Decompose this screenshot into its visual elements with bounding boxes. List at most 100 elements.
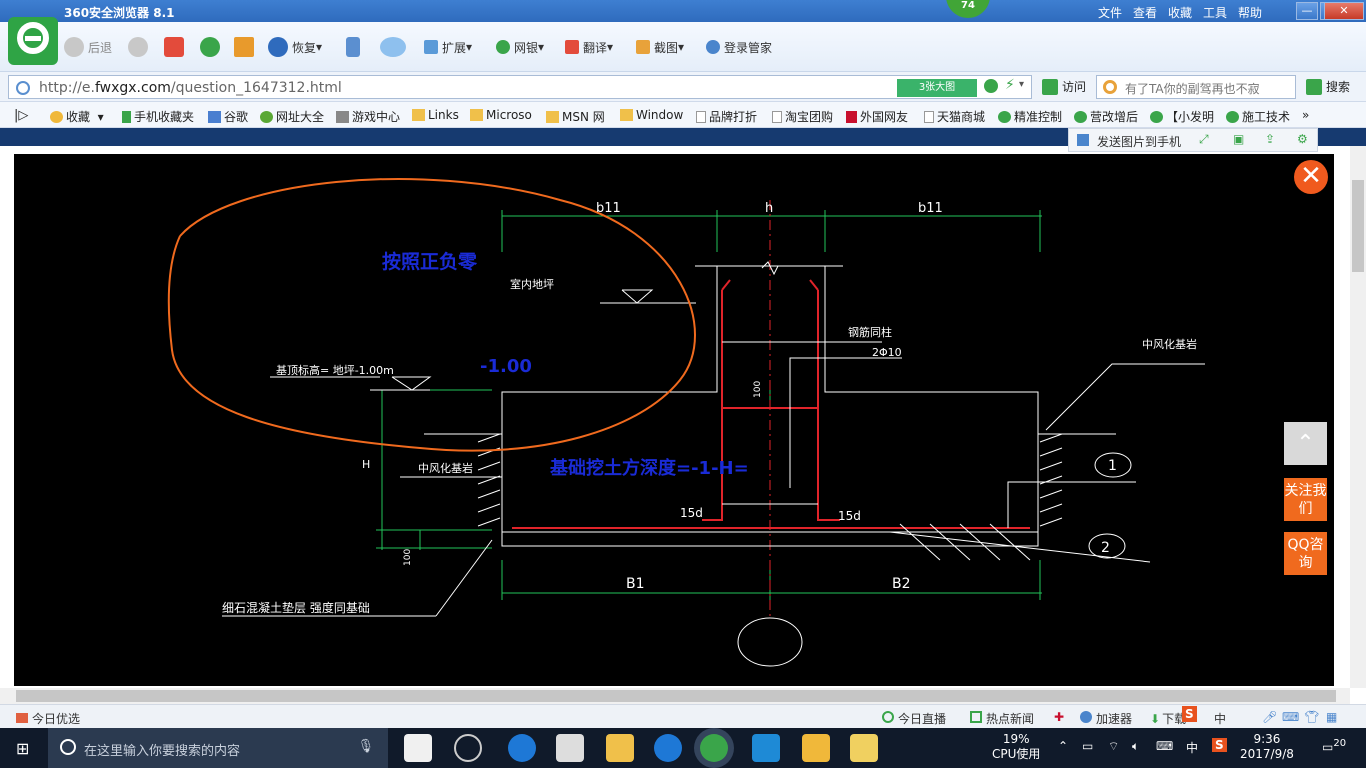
windows-start-icon[interactable]: ⊞	[16, 739, 29, 758]
sogou-icon[interactable]: S	[1182, 706, 1197, 722]
lightning-icon[interactable]: ⚡	[1005, 77, 1015, 93]
search-button[interactable]: 搜索	[1306, 78, 1350, 95]
tray-expand-icon[interactable]: ⌃	[1058, 739, 1068, 753]
window-title: 360安全浏览器 8.1	[64, 6, 175, 20]
cushion-label: 细石混凝土垫层 强度同基础	[222, 600, 370, 615]
fav-item[interactable]: 精准控制	[998, 108, 1062, 125]
url-field[interactable]: http://e.fwxgx.com/question_1647312.html…	[8, 75, 1032, 99]
refresh-button[interactable]	[200, 34, 224, 60]
screenshot-button[interactable]: 截图 ▾	[636, 34, 684, 60]
notes-icon[interactable]	[802, 734, 830, 762]
home-button[interactable]	[234, 34, 258, 60]
fav-collect[interactable]: 收藏 ▾	[50, 108, 104, 125]
grid-icon[interactable]: ▦	[1326, 710, 1337, 724]
today-live[interactable]: 今日直播	[882, 710, 946, 727]
cpu-meter[interactable]: 19% CPU使用	[992, 732, 1040, 762]
ime-mode[interactable]: 中	[1214, 710, 1226, 727]
browser-360-icon[interactable]	[700, 734, 728, 762]
fav-item[interactable]: Window	[620, 108, 683, 122]
follow-us-button[interactable]: 关注我们	[1284, 478, 1327, 521]
forward-button[interactable]	[128, 34, 152, 60]
back-button[interactable]: 后退	[64, 34, 112, 60]
fav-item[interactable]: 谷歌	[208, 108, 248, 125]
page-icon	[924, 110, 934, 123]
menu-view[interactable]: 查看	[1133, 4, 1157, 21]
shirt-icon[interactable]: 👕︎	[1304, 710, 1319, 724]
sidebar-toggle-icon[interactable]: |▷	[14, 108, 28, 123]
keyboard-icon[interactable]: ⌨	[1282, 710, 1299, 724]
mic-icon[interactable]: 🎙︎	[357, 739, 374, 754]
menu-file[interactable]: 文件	[1098, 4, 1122, 21]
fav-item[interactable]: 手机收藏夹	[122, 108, 194, 125]
notification-center[interactable]: ▭20	[1322, 738, 1346, 754]
wifi-icon[interactable]: ⌔	[1108, 739, 1119, 754]
help-icon[interactable]	[850, 734, 878, 762]
vertical-scrollbar[interactable]	[1350, 146, 1366, 688]
today-pick[interactable]: 今日优选	[16, 710, 80, 727]
taskbar-app-g[interactable]	[654, 734, 682, 762]
login-manager-button[interactable]: 登录管家	[706, 34, 772, 60]
fav-item[interactable]: 淘宝团购	[772, 108, 833, 125]
scroll-thumb[interactable]	[16, 690, 1336, 702]
clock[interactable]: 9:36 2017/9/8	[1240, 732, 1294, 762]
sogou-icon[interactable]: S	[1212, 738, 1227, 752]
explorer-icon[interactable]	[606, 734, 634, 762]
phone-icon	[346, 37, 360, 57]
more-favorites-icon[interactable]: »	[1302, 108, 1309, 122]
share-icon[interactable]: ⇪	[1265, 132, 1275, 146]
phone-button[interactable]	[346, 34, 364, 60]
fav-item[interactable]: Links	[412, 108, 459, 122]
fav-item[interactable]: MSN 网	[546, 108, 605, 125]
minimize-button[interactable]: —	[1296, 2, 1318, 20]
send-to-phone-button[interactable]: 发送图片到手机	[1097, 133, 1181, 150]
accelerator[interactable]: 加速器	[1080, 710, 1132, 727]
keyboard-icon[interactable]: ⌨	[1156, 739, 1173, 753]
settings-icon[interactable]: ⚙	[1297, 132, 1308, 146]
fav-item[interactable]: 施工技术	[1226, 108, 1290, 125]
fav-item[interactable]: 网址大全	[260, 108, 324, 125]
visit-button[interactable]: 访问	[1042, 78, 1086, 95]
menu-help[interactable]: 帮助	[1238, 4, 1262, 21]
save-icon[interactable]: ▣	[1233, 132, 1244, 146]
menu-favorites[interactable]: 收藏	[1168, 4, 1192, 21]
taskbar-search-input[interactable]: 在这里输入你要搜索的内容 🎙︎	[48, 728, 388, 768]
medical-icon[interactable]: ✚	[1054, 710, 1064, 724]
taskbar-app-plus[interactable]	[752, 734, 780, 762]
taskbar-app-2[interactable]	[454, 734, 482, 762]
scroll-thumb[interactable]	[1352, 180, 1364, 272]
battery-icon[interactable]: ▭	[1082, 739, 1093, 753]
ime-indicator[interactable]: 中	[1186, 739, 1198, 756]
dropdown-icon[interactable]: ▾	[1019, 79, 1024, 90]
edge-icon[interactable]	[508, 734, 536, 762]
fav-item[interactable]: 【小发明	[1150, 108, 1214, 125]
menu-tools[interactable]: 工具	[1203, 4, 1227, 21]
back-to-top-button[interactable]: ⌃	[1284, 422, 1327, 465]
fav-item[interactable]: 营改增后	[1074, 108, 1138, 125]
horizontal-scrollbar[interactable]	[0, 688, 1350, 704]
fav-item[interactable]: 外国网友	[846, 108, 908, 125]
volume-icon[interactable]: 🔈︎	[1132, 739, 1139, 754]
fav-item[interactable]: Microso	[470, 108, 532, 122]
extend-button[interactable]: 扩展 ▾	[424, 34, 472, 60]
restore-button[interactable]: 恢复 ▾	[268, 34, 322, 60]
stop-button[interactable]	[164, 34, 188, 60]
hot-news[interactable]: 热点新闻	[970, 710, 1034, 727]
bank-button[interactable]: 网银 ▾	[496, 34, 544, 60]
translate-button[interactable]: 翻译 ▾	[565, 34, 613, 60]
cloud-button[interactable]	[380, 34, 410, 60]
close-window-button[interactable]: ✕	[1324, 2, 1364, 20]
fav-item[interactable]: 天猫商城	[924, 108, 985, 125]
download[interactable]: ⬇ 下载	[1150, 710, 1186, 727]
store-icon[interactable]	[556, 734, 584, 762]
fav-item[interactable]: 品牌打折	[696, 108, 757, 125]
big-image-button[interactable]: 3张大图	[897, 79, 977, 97]
speed-icon[interactable]	[984, 79, 998, 93]
qq-consult-button[interactable]: QQ咨询	[1284, 532, 1327, 575]
search-input[interactable]: 有了TA你的副驾再也不寂	[1096, 75, 1296, 99]
fullscreen-icon[interactable]: ⤢	[1199, 132, 1209, 147]
mic-icon[interactable]: 🎤︎	[1262, 710, 1277, 724]
translate-icon	[565, 40, 579, 54]
taskbar-app-1[interactable]	[404, 734, 432, 762]
fav-item[interactable]: 游戏中心	[336, 108, 400, 125]
close-viewer-button[interactable]: ✕	[1294, 160, 1328, 194]
